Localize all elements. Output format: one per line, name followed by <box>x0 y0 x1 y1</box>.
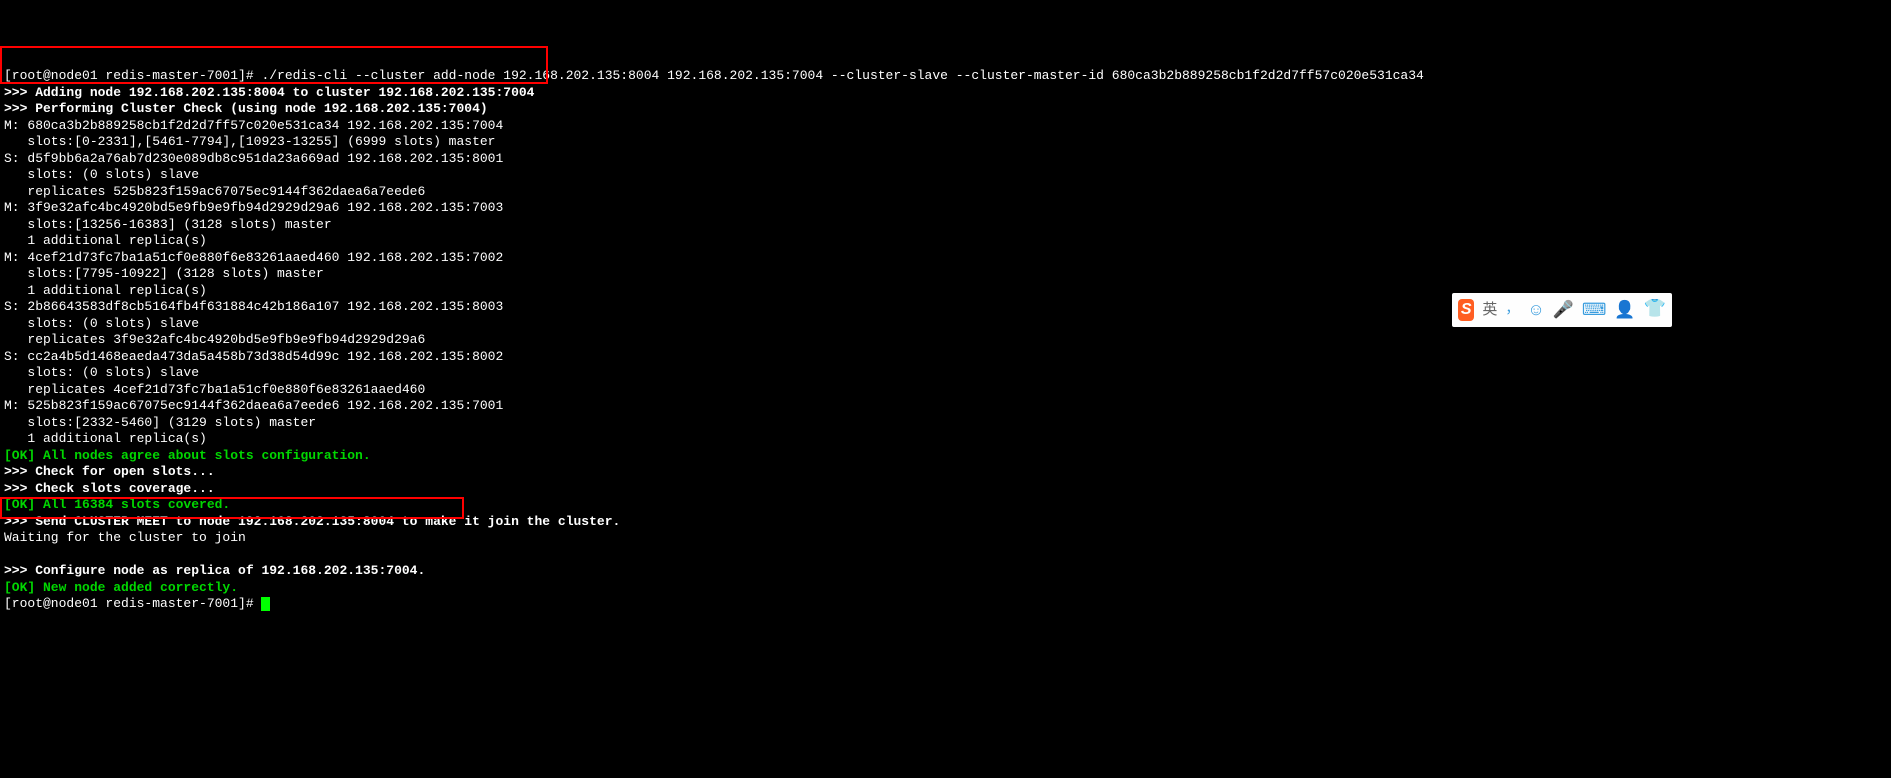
ime-toolbar[interactable]: S 英 ， ☺ 🎤 ⌨ 👤 👕 <box>1452 293 1672 327</box>
slave-node-3-replicates: replicates 4cef21d73fc7ba1a51cf0e880f6e8… <box>4 382 425 397</box>
master-node-3-slots: slots:[7795-10922] (3128 slots) master <box>4 266 324 281</box>
ok-slots-config: [OK] All nodes agree about slots configu… <box>4 448 371 463</box>
ime-emoji-icon[interactable]: ☺ <box>1527 302 1544 319</box>
ime-language-toggle[interactable]: 英 <box>1482 302 1497 319</box>
ok-slots-covered: [OK] All 16384 slots covered. <box>4 497 230 512</box>
slave-node-2-replicates: replicates 3f9e32afc4bc4920bd5e9fb9e9fb9… <box>4 332 425 347</box>
ime-keyboard-icon[interactable]: ⌨ <box>1582 302 1607 319</box>
slave-node-1-replicates: replicates 525b823f159ac67075ec9144f362d… <box>4 184 425 199</box>
slave-node-2-id: S: 2b86643583df8cb5164fb4f631884c42b186a… <box>4 299 503 314</box>
ime-punctuation-icon[interactable]: ， <box>1505 302 1519 319</box>
ime-skin-icon[interactable]: 👕 <box>1644 302 1666 319</box>
master-node-2-replicas: 1 additional replica(s) <box>4 233 207 248</box>
slave-node-2-slots: slots: (0 slots) slave <box>4 316 199 331</box>
master-node-1-id: M: 680ca3b2b889258cb1f2d2d7ff57c020e531c… <box>4 118 503 133</box>
master-node-3-replicas: 1 additional replica(s) <box>4 283 207 298</box>
terminal-output[interactable]: [root@node01 redis-master-7001]# ./redis… <box>4 68 1887 613</box>
slave-node-1-slots: slots: (0 slots) slave <box>4 167 199 182</box>
check-open-slots: >>> Check for open slots... <box>4 464 215 479</box>
ime-account-icon[interactable]: 👤 <box>1614 302 1635 319</box>
shell-prompt-2[interactable]: [root@node01 redis-master-7001]# <box>4 596 270 611</box>
slave-node-3-slots: slots: (0 slots) slave <box>4 365 199 380</box>
slave-node-3-id: S: cc2a4b5d1468eaeda473da5a458b73d38d54d… <box>4 349 503 364</box>
master-node-4-id: M: 525b823f159ac67075ec9144f362daea6a7ee… <box>4 398 503 413</box>
cluster-meet-line: >>> Send CLUSTER MEET to node 192.168.20… <box>4 514 620 529</box>
slave-node-1-id: S: d5f9bb6a2a76ab7d230e089db8c951da23a66… <box>4 151 503 166</box>
master-node-3-id: M: 4cef21d73fc7ba1a51cf0e880f6e83261aaed… <box>4 250 503 265</box>
adding-node-line: >>> Adding node 192.168.202.135:8004 to … <box>4 85 535 100</box>
master-node-4-slots: slots:[2332-5460] (3129 slots) master <box>4 415 316 430</box>
master-node-1-slots: slots:[0-2331],[5461-7794],[10923-13255]… <box>4 134 495 149</box>
configure-replica-line: >>> Configure node as replica of 192.168… <box>4 563 425 578</box>
ok-node-added: [OK] New node added correctly. <box>4 580 238 595</box>
sogou-logo-icon[interactable]: S <box>1458 299 1474 321</box>
check-slots-coverage: >>> Check slots coverage... <box>4 481 215 496</box>
master-node-4-replicas: 1 additional replica(s) <box>4 431 207 446</box>
shell-prompt-line: [root@node01 redis-master-7001]# ./redis… <box>4 68 1424 83</box>
ime-voice-icon[interactable]: 🎤 <box>1553 302 1574 319</box>
master-node-2-slots: slots:[13256-16383] (3128 slots) master <box>4 217 332 232</box>
waiting-line: Waiting for the cluster to join <box>4 530 246 545</box>
cluster-check-line: >>> Performing Cluster Check (using node… <box>4 101 488 116</box>
master-node-2-id: M: 3f9e32afc4bc4920bd5e9fb9e9fb94d2929d2… <box>4 200 503 215</box>
cursor-icon <box>261 597 270 611</box>
